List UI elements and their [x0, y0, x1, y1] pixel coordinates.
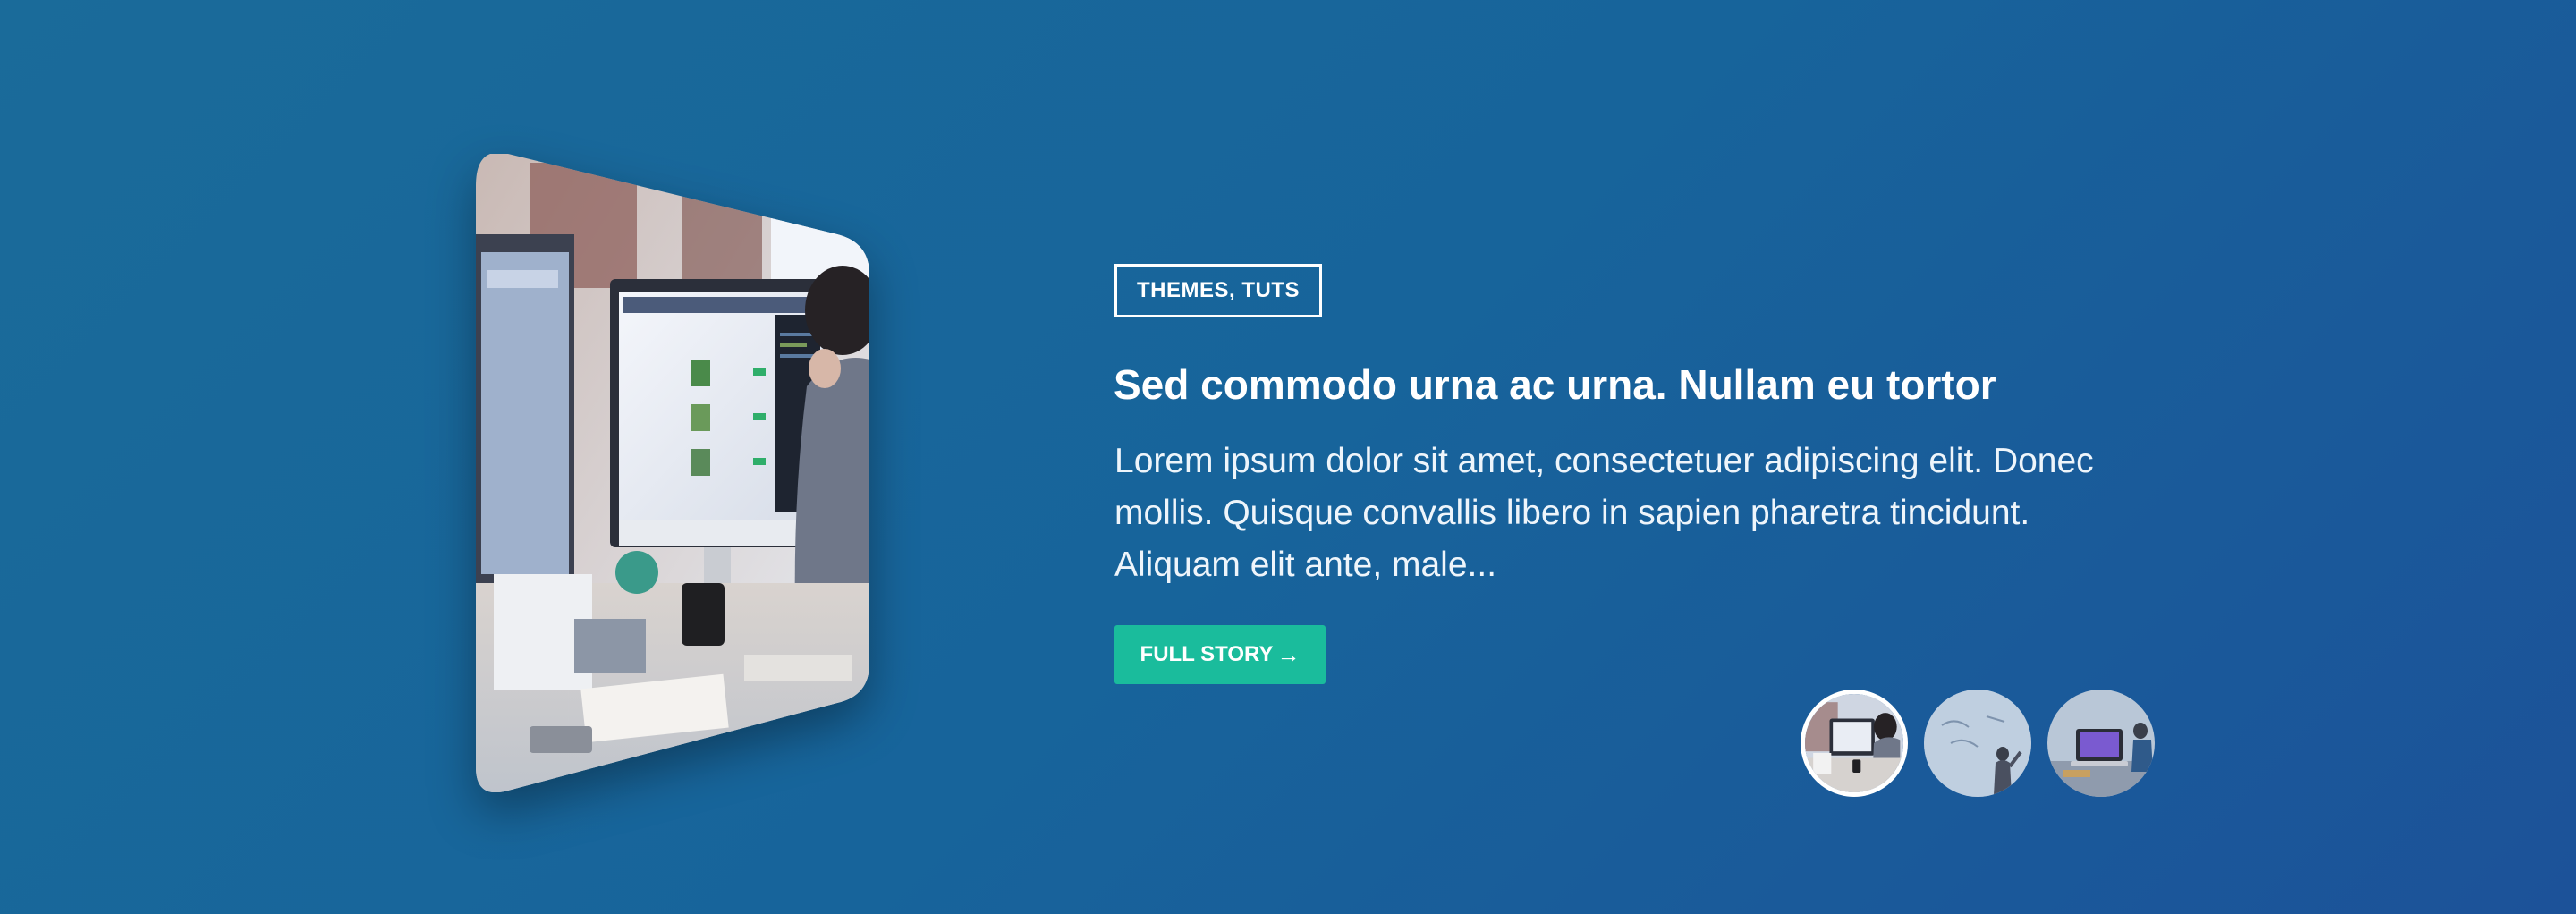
featured-image[interactable] [476, 154, 869, 792]
office-thumbnail-image [1805, 694, 1903, 792]
featured-slider: THEMES, TUTS Sed commodo urna ac urna. N… [0, 0, 2576, 914]
slide-thumbnail-1[interactable] [1801, 690, 1908, 797]
slide-thumbnail-3[interactable] [2047, 690, 2155, 797]
full-story-label: FULL STORY [1140, 642, 1274, 666]
category-label: THEMES, TUTS [1137, 278, 1301, 302]
post-excerpt: Lorem ipsum dolor sit amet, consectetuer… [1114, 442, 2094, 584]
category-badge[interactable]: THEMES, TUTS [1114, 264, 1323, 317]
slide-thumbnail-2[interactable] [1924, 690, 2031, 797]
slide-thumbnails [1801, 690, 2155, 797]
office-photo-illustration [476, 154, 869, 792]
arrow-right-icon: → [1276, 641, 1301, 668]
whiteboard-thumbnail-image [1924, 690, 2031, 797]
laptop-thumbnail-image [2047, 690, 2155, 797]
full-story-button[interactable]: FULL STORY → [1114, 625, 1326, 684]
post-title[interactable]: Sed commodo urna ac urna. Nullam eu tort… [1114, 362, 1996, 408]
